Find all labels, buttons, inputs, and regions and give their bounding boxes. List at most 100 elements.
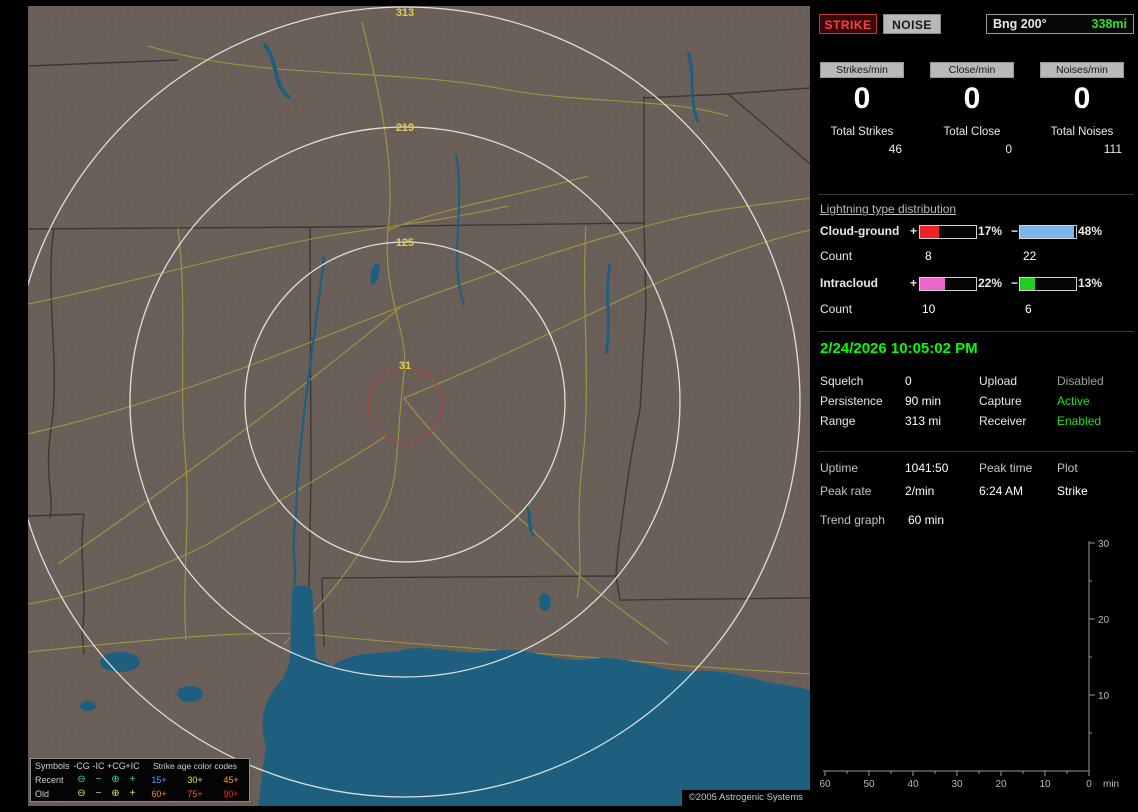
neg-cg-count: 22 [1023,249,1037,263]
x-tick-label: 20 [995,779,1007,790]
x-tick-label: 10 [1039,779,1051,790]
close-per-min-value: 0 [963,82,981,115]
total-noises-value: 111 [1103,142,1122,156]
count-label: Count [820,302,853,316]
neg-cg-recent-icon: ⊖ [77,774,86,785]
legend-col-pos-ic: +IC [125,761,140,771]
neg-ic-count: 6 [1025,302,1032,316]
close-counter: Close/min 0 Total Close 0 [930,62,1014,156]
trend-graph-label: Trend graph [820,513,885,527]
pos-ic-count: 10 [922,302,936,316]
upload-label: Upload [979,374,1018,388]
range-ring-label: 125 [396,237,414,249]
minus-sign: − [1011,224,1019,238]
pos-cg-old-icon: ⊕ [111,788,120,799]
x-axis-unit: min [1103,779,1119,790]
total-strikes-value: 46 [888,142,902,156]
pos-cg-count: 8 [925,249,932,263]
noise-toggle-button[interactable]: NOISE [883,14,941,34]
separator [818,451,1134,452]
total-strikes-label: Total Strikes [830,126,894,138]
age-code-45: 45+ [223,775,239,785]
distance-value: 338mi [1091,17,1127,31]
strikes-per-min-button[interactable]: Strikes/min [820,62,904,78]
status-row: Squelch 0 Upload Disabled [815,374,1138,390]
bearing-distance-box: Bng 200° 338mi [986,14,1134,34]
neg-ic-old-icon: − [95,788,102,799]
uptime-label: Uptime [820,461,859,475]
status-row: Persistence 90 min Capture Active [815,394,1138,410]
neg-cg-old-icon: ⊖ [77,788,86,799]
squelch-value: 0 [905,374,912,388]
cloud-ground-count-row: Count 8 22 [815,249,1138,265]
count-label: Count [820,249,853,263]
strikes-counter: Strikes/min 0 Total Strikes 46 [820,62,904,156]
y-tick-label: 10 [1098,691,1110,702]
x-tick-label: 50 [863,779,875,790]
range-ring-label: 313 [396,7,414,19]
capture-status: Active [1057,394,1090,408]
datetime-display: 2/24/2026 10:05:02 PM [820,340,978,357]
pos-ic-percent: 22% [978,276,1003,290]
pos-cg-bar [919,225,977,239]
minus-sign: − [1011,276,1019,290]
neg-ic-bar [1019,277,1077,291]
persistence-value: 90 min [905,394,942,408]
trend-graph: 30 20 10 60 50 40 30 20 10 0 min [819,539,1119,790]
age-code-75: 75+ [187,789,203,799]
map-area[interactable]: 313 219 125 31 Symbols -CG -IC +CG +IC S… [28,6,810,806]
receiver-label: Receiver [979,414,1027,428]
upload-status: Disabled [1057,374,1104,388]
y-tick-label: 20 [1098,615,1110,626]
cloud-ground-label: Cloud-ground [820,224,900,238]
status-panel: STRIKE NOISE Bng 200° 338mi Strikes/min … [815,0,1138,812]
range-ring-label: 31 [399,360,411,372]
lake [539,593,551,611]
peak-time-label: Peak time [979,461,1033,475]
uptime-value: 1041:50 [905,461,949,475]
trend-window-value: 60 min [908,513,945,527]
map-svg: 313 219 125 31 [28,6,810,806]
lake [177,686,203,702]
noises-per-min-button[interactable]: Noises/min [1040,62,1124,78]
pos-ic-recent-icon: + [129,774,136,785]
age-code-60: 60+ [151,789,167,799]
age-code-15: 15+ [151,775,167,785]
plot-value: Strike [1057,484,1088,498]
strikes-per-min-value: 0 [853,82,871,115]
distribution-title: Lightning type distribution [820,202,957,216]
range-ring-label: 219 [396,122,414,134]
nexstorm-window: 313 219 125 31 Symbols -CG -IC +CG +IC S… [0,0,1138,812]
legend-col-neg-cg: -CG [73,761,90,771]
peak-rate-label: Peak rate [820,484,872,498]
noises-counter: Noises/min 0 Total Noises 111 [1040,62,1124,156]
intracloud-label: Intracloud [820,276,879,290]
noises-per-min-value: 0 [1073,82,1091,115]
lake [100,652,140,672]
x-tick-label: 40 [907,779,919,790]
range-value: 313 mi [905,414,942,428]
pos-ic-bar [919,277,977,291]
pos-ic-old-icon: + [129,788,136,799]
close-per-min-button[interactable]: Close/min [930,62,1014,78]
plus-sign: + [910,276,918,290]
total-close-value: 0 [1005,142,1012,156]
intracloud-row: Intracloud + 22% − 13% [815,276,1138,292]
peak-rate-value: 2/min [905,484,935,498]
receiver-status: Enabled [1057,414,1102,428]
legend-col-neg-ic: -IC [92,761,105,771]
legend-recent-label: Recent [35,775,64,785]
cloud-ground-row: Cloud-ground + 17% − 48% [815,224,1138,240]
lake [80,701,96,711]
peak-time-value: 6:24 AM [979,484,1024,498]
intracloud-count-row: Count 10 6 [815,302,1138,318]
strike-toggle-button[interactable]: STRIKE [819,14,877,34]
age-code-90: 90+ [223,789,239,799]
x-tick-label: 0 [1086,779,1092,790]
y-tick-label: 30 [1098,539,1110,550]
neg-cg-percent: 48% [1078,224,1103,238]
separator [818,331,1134,332]
range-label: Range [820,414,856,428]
bearing-value: Bng 200° [993,17,1047,31]
plot-label: Plot [1057,461,1078,475]
